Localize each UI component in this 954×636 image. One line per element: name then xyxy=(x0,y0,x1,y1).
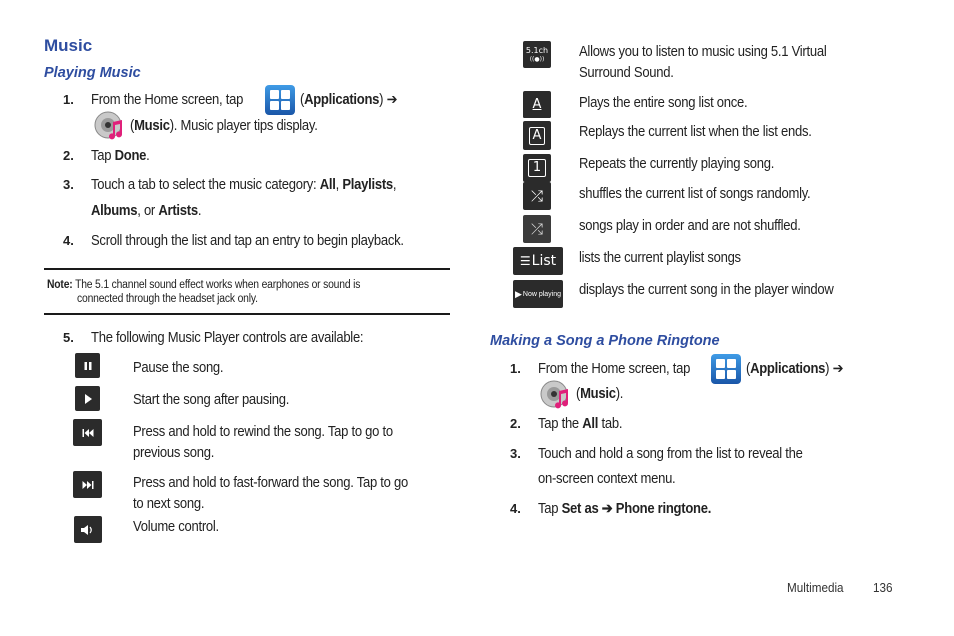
play-once-icon: A xyxy=(523,91,551,119)
pause-icon xyxy=(75,353,100,378)
section-title: Music xyxy=(44,36,93,55)
shuffle-on-icon: ⤮ xyxy=(523,182,551,210)
control-description: Press and hold to rewind the song. Tap t… xyxy=(133,424,393,440)
control-description: displays the current song in the player … xyxy=(579,282,834,298)
applications-icon xyxy=(711,354,741,384)
control-description: previous song. xyxy=(133,445,215,461)
step-number: 2. xyxy=(510,416,521,431)
step-text: Tap Done. xyxy=(91,148,150,164)
subsection-title-playing-music: Playing Music xyxy=(44,65,141,81)
repeat-all-icon: A xyxy=(523,121,551,150)
step-number: 4. xyxy=(510,501,521,516)
control-description: Surround Sound. xyxy=(579,65,674,81)
control-description: Start the song after pausing. xyxy=(133,392,290,408)
step-number: 3. xyxy=(63,177,74,192)
step-text: Albums, or Artists. xyxy=(91,203,202,219)
step-text: Scroll through the list and tap an entry… xyxy=(91,233,404,249)
note-top-rule xyxy=(44,268,450,270)
control-description: Plays the entire song list once. xyxy=(579,95,748,111)
note-bottom-rule xyxy=(44,313,450,315)
step-number: 5. xyxy=(63,330,74,345)
footer-section-name: Multimedia xyxy=(787,580,844,595)
step-text: (Applications) ➔ xyxy=(300,92,398,108)
step-text: Touch a tab to select the music category… xyxy=(91,177,397,193)
note-text: connected through the headset jack only. xyxy=(77,293,258,305)
step-number: 4. xyxy=(63,233,74,248)
control-description: Volume control. xyxy=(133,519,219,535)
step-text: Tap the All tab. xyxy=(538,416,623,432)
step-text: (Music). Music player tips display. xyxy=(130,118,318,134)
subsection-title-ringtone: Making a Song a Phone Ringtone xyxy=(490,333,720,349)
fast-forward-icon xyxy=(73,471,102,498)
step-number: 1. xyxy=(510,361,521,376)
surround-label: 5.1ch xyxy=(525,45,549,55)
surround-5-1-icon: 5.1ch ((●)) xyxy=(523,41,551,68)
list-icon: ☰ List xyxy=(513,247,563,275)
play-icon xyxy=(75,386,100,411)
step-text: on-screen context menu. xyxy=(538,471,676,487)
control-description: Pause the song. xyxy=(133,360,224,376)
volume-icon xyxy=(74,516,102,543)
note-text: Note: The 5.1 channel sound effect works… xyxy=(47,279,361,291)
control-description: shuffles the current list of songs rando… xyxy=(579,186,811,202)
step-number: 2. xyxy=(63,148,74,163)
step-text: (Applications) ➔ xyxy=(746,361,844,377)
control-description: Allows you to listen to music using 5.1 … xyxy=(579,44,827,60)
step-text: From the Home screen, tap xyxy=(91,92,244,108)
step-text: Tap Set as ➔ Phone ringtone. xyxy=(538,501,712,517)
shuffle-off-icon: ⤮ xyxy=(523,215,551,243)
control-description: to next song. xyxy=(133,496,205,512)
step-number: 1. xyxy=(63,92,74,107)
control-description: Replays the current list when the list e… xyxy=(579,124,812,140)
control-description: Repeats the currently playing song. xyxy=(579,156,775,172)
control-description: songs play in order and are not shuffled… xyxy=(579,218,801,234)
applications-icon xyxy=(265,85,295,115)
rewind-icon xyxy=(73,419,102,446)
step-text: (Music). xyxy=(576,386,624,402)
music-app-icon xyxy=(540,380,569,409)
step-text: Touch and hold a song from the list to r… xyxy=(538,446,803,462)
step-text: From the Home screen, tap xyxy=(538,361,691,377)
step-number: 3. xyxy=(510,446,521,461)
repeat-one-icon: 1 xyxy=(523,154,551,182)
step-text: The following Music Player controls are … xyxy=(91,330,364,346)
control-description: Press and hold to fast-forward the song.… xyxy=(133,475,408,491)
music-app-icon xyxy=(94,111,123,140)
page-number: 136 xyxy=(873,580,893,595)
now-playing-icon: ▶ Now playing xyxy=(513,280,563,308)
control-description: lists the current playlist songs xyxy=(579,250,741,266)
